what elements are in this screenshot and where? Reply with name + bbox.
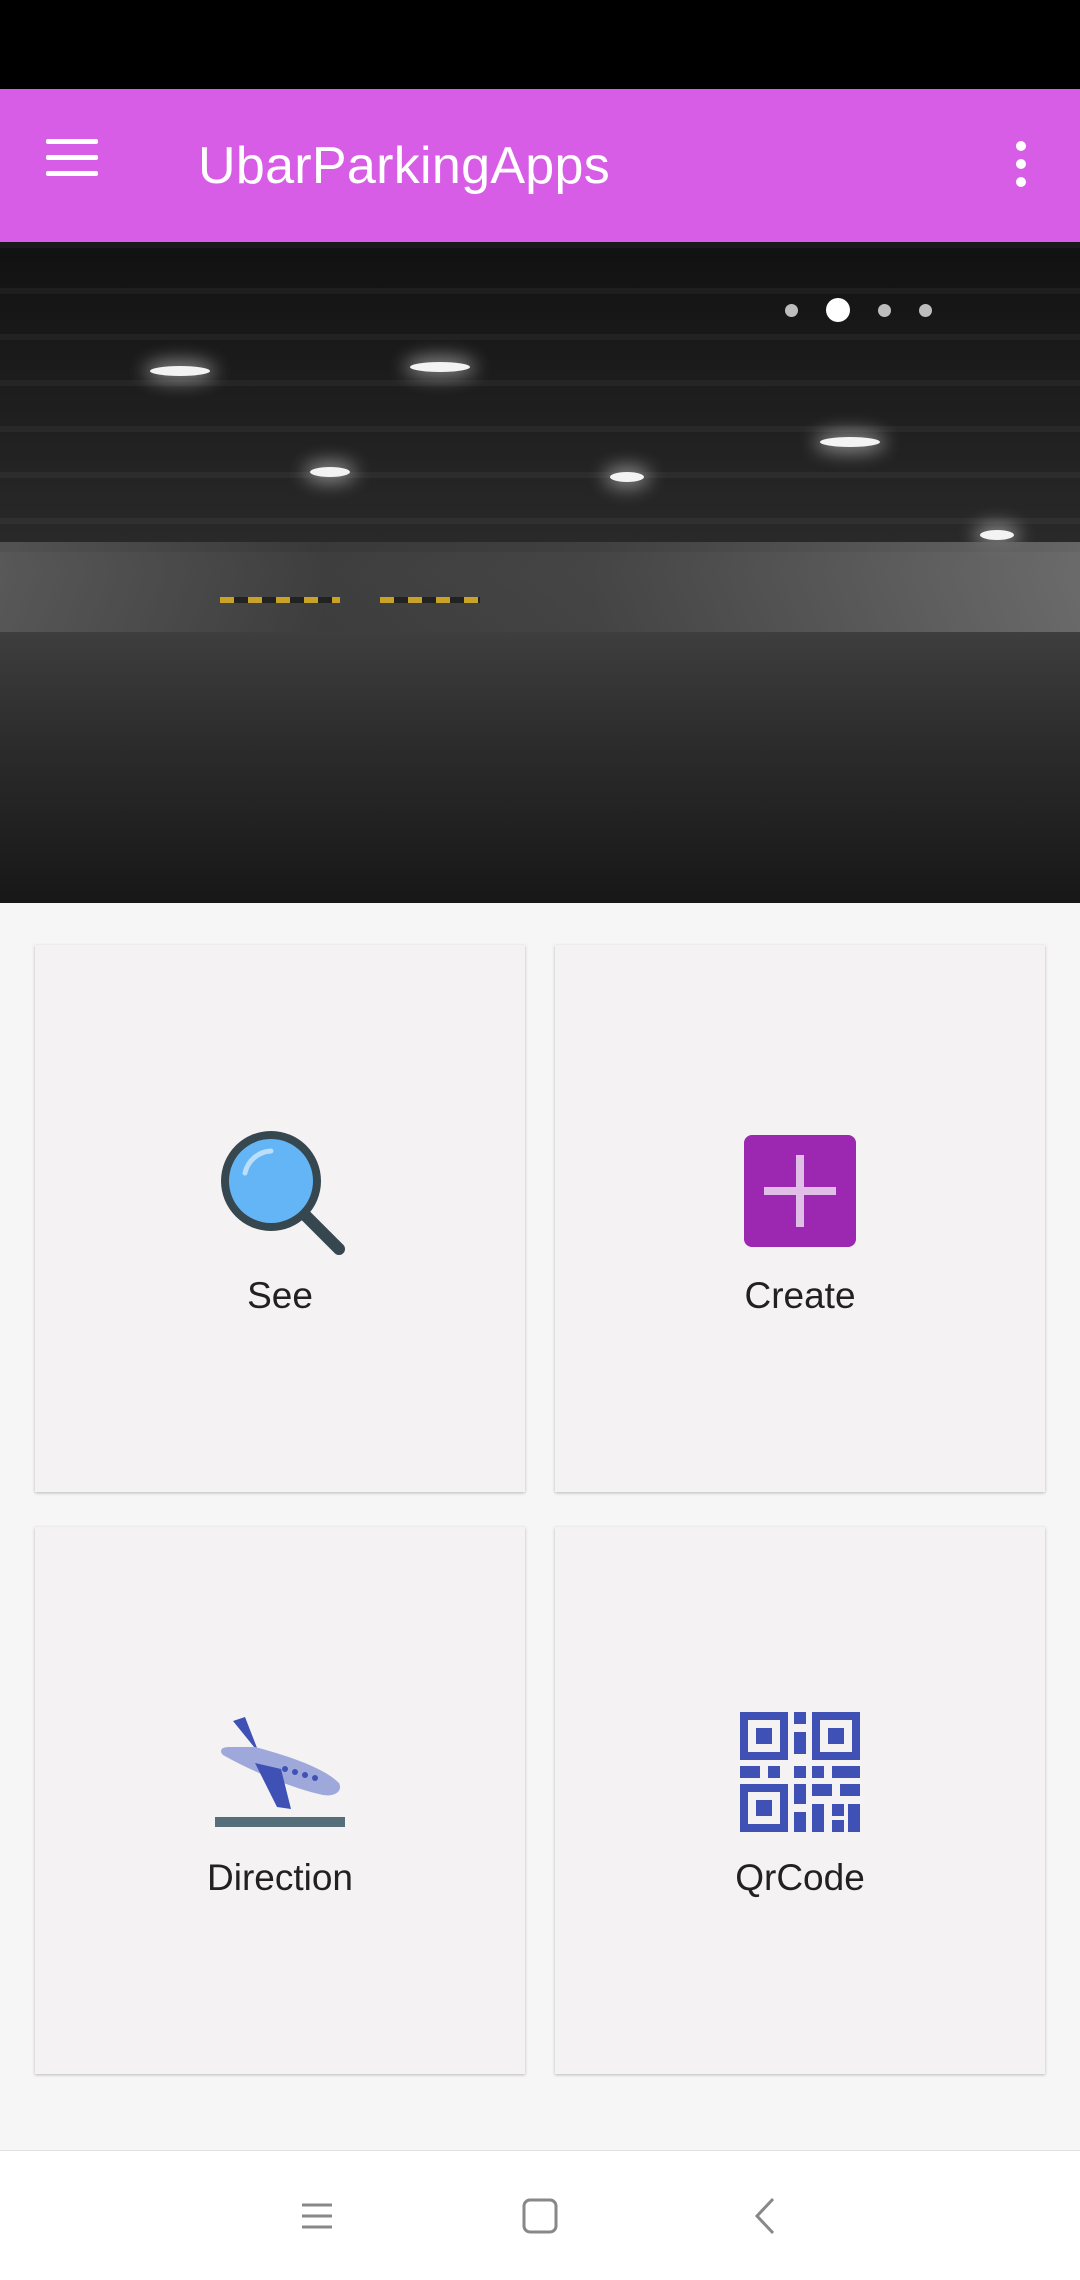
app-title: UbarParkingApps <box>198 137 611 195</box>
tile-label: Direction <box>207 1857 353 1898</box>
tile-qrcode[interactable]: QrCode <box>555 1527 1045 2074</box>
tile-label: QrCode <box>735 1857 865 1898</box>
menu-icon[interactable] <box>46 139 106 189</box>
system-nav-bar <box>0 2150 1080 2280</box>
back-icon[interactable] <box>741 2191 791 2241</box>
tile-direction[interactable]: Direction <box>35 1527 525 2074</box>
banner-light <box>410 362 470 372</box>
search-icon <box>221 1131 345 1255</box>
tile-label: Create <box>744 1275 856 1316</box>
banner-floor-stripe <box>380 597 480 603</box>
banner-wall <box>0 542 1080 632</box>
status-bar <box>0 0 1080 89</box>
add-box-icon <box>744 1135 856 1247</box>
tile-label: See <box>247 1275 313 1316</box>
banner-light <box>150 366 210 376</box>
banner-carousel[interactable] <box>0 242 1080 903</box>
carousel-dot[interactable] <box>878 303 891 317</box>
home-icon[interactable] <box>515 2191 565 2241</box>
banner-light <box>610 472 644 482</box>
carousel-dot-active[interactable] <box>826 298 850 322</box>
carousel-dot[interactable] <box>785 303 798 317</box>
recents-icon[interactable] <box>292 2191 342 2241</box>
more-options-icon[interactable] <box>1006 141 1036 191</box>
banner-image <box>0 242 1080 552</box>
tile-see[interactable]: See <box>35 945 525 1492</box>
carousel-indicator <box>785 298 932 322</box>
banner-floor-stripe <box>220 597 340 603</box>
qr-code-icon <box>740 1712 860 1832</box>
app-bar: UbarParkingApps <box>0 89 1080 242</box>
banner-light <box>310 467 350 477</box>
tile-create[interactable]: Create <box>555 945 1045 1492</box>
banner-light <box>980 530 1014 540</box>
banner-floor <box>0 632 1080 903</box>
airplane-landing-icon <box>215 1717 345 1827</box>
carousel-dot[interactable] <box>919 303 932 317</box>
banner-light <box>820 437 880 447</box>
